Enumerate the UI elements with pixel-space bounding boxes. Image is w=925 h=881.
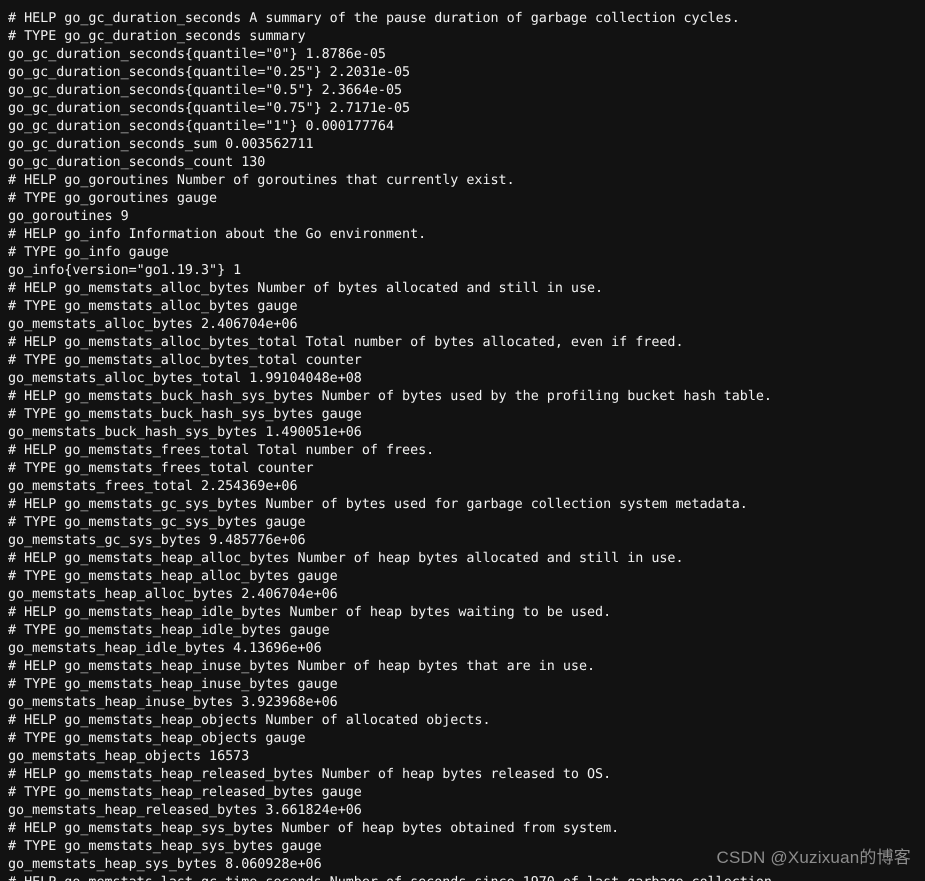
metric-line: # HELP go_gc_duration_seconds A summary …: [8, 11, 740, 26]
metric-line: go_memstats_frees_total 2.254369e+06: [8, 479, 298, 494]
metric-line: # HELP go_memstats_frees_total Total num…: [8, 443, 435, 458]
metric-line: go_goroutines 9: [8, 209, 129, 224]
metric-line: # HELP go_memstats_heap_released_bytes N…: [8, 767, 612, 782]
metric-line: # HELP go_memstats_heap_sys_bytes Number…: [8, 821, 620, 836]
metric-line: go_gc_duration_seconds_sum 0.003562711: [8, 137, 314, 152]
metric-line: # HELP go_memstats_buck_hash_sys_bytes N…: [8, 389, 772, 404]
metric-line: # TYPE go_memstats_frees_total counter: [8, 461, 314, 476]
metric-line: # HELP go_memstats_heap_inuse_bytes Numb…: [8, 659, 596, 674]
metric-line: # TYPE go_memstats_heap_released_bytes g…: [8, 785, 362, 800]
metric-line: go_memstats_heap_sys_bytes 8.060928e+06: [8, 857, 322, 872]
metric-line: # TYPE go_info gauge: [8, 245, 169, 260]
metric-line: go_gc_duration_seconds{quantile="0.75"} …: [8, 101, 411, 116]
metric-line: go_memstats_heap_released_bytes 3.661824…: [8, 803, 362, 818]
metric-line: # TYPE go_memstats_heap_sys_bytes gauge: [8, 839, 322, 854]
metric-line: # TYPE go_gc_duration_seconds summary: [8, 29, 306, 44]
metric-line: go_gc_duration_seconds_count 130: [8, 155, 266, 170]
metric-line: # HELP go_memstats_gc_sys_bytes Number o…: [8, 497, 748, 512]
metric-line: # HELP go_memstats_alloc_bytes Number of…: [8, 281, 604, 296]
metric-line: go_gc_duration_seconds{quantile="0.25"} …: [8, 65, 411, 80]
metric-line: # TYPE go_memstats_alloc_bytes gauge: [8, 299, 298, 314]
metric-line: # TYPE go_memstats_heap_inuse_bytes gaug…: [8, 677, 338, 692]
metric-line: go_memstats_alloc_bytes 2.406704e+06: [8, 317, 298, 332]
metric-line: # HELP go_goroutines Number of goroutine…: [8, 173, 515, 188]
metric-line: go_gc_duration_seconds{quantile="0.5"} 2…: [8, 83, 403, 98]
metric-line: # TYPE go_memstats_gc_sys_bytes gauge: [8, 515, 306, 530]
metric-line: # TYPE go_memstats_buck_hash_sys_bytes g…: [8, 407, 362, 422]
metric-line: go_memstats_buck_hash_sys_bytes 1.490051…: [8, 425, 362, 440]
metric-line: # TYPE go_memstats_heap_alloc_bytes gaug…: [8, 569, 338, 584]
metric-line: # TYPE go_memstats_heap_idle_bytes gauge: [8, 623, 330, 638]
metric-line: go_memstats_alloc_bytes_total 1.99104048…: [8, 371, 362, 386]
metric-line: # HELP go_memstats_heap_objects Number o…: [8, 713, 491, 728]
metric-line: go_memstats_heap_idle_bytes 4.13696e+06: [8, 641, 322, 656]
metric-line: # TYPE go_goroutines gauge: [8, 191, 218, 206]
metric-line: go_info{version="go1.19.3"} 1: [8, 263, 242, 278]
metric-line: # HELP go_info Information about the Go …: [8, 227, 427, 242]
metric-line: # TYPE go_memstats_heap_objects gauge: [8, 731, 306, 746]
metric-line: # HELP go_memstats_alloc_bytes_total Tot…: [8, 335, 684, 350]
metric-line: # TYPE go_memstats_alloc_bytes_total cou…: [8, 353, 362, 368]
metric-line: # HELP go_memstats_last_gc_time_seconds …: [8, 874, 925, 881]
metric-line: go_memstats_heap_alloc_bytes 2.406704e+0…: [8, 587, 338, 602]
metric-line: go_memstats_gc_sys_bytes 9.485776e+06: [8, 533, 306, 548]
metric-line: go_memstats_heap_objects 16573: [8, 749, 250, 764]
metrics-console[interactable]: # HELP go_gc_duration_seconds A summary …: [0, 0, 925, 881]
metric-line: # HELP go_memstats_heap_idle_bytes Numbe…: [8, 605, 612, 620]
metric-line: go_gc_duration_seconds{quantile="1"} 0.0…: [8, 119, 395, 134]
metric-line: go_gc_duration_seconds{quantile="0"} 1.8…: [8, 47, 386, 62]
metric-line: go_memstats_heap_inuse_bytes 3.923968e+0…: [8, 695, 338, 710]
metric-line: # HELP go_memstats_heap_alloc_bytes Numb…: [8, 551, 684, 566]
